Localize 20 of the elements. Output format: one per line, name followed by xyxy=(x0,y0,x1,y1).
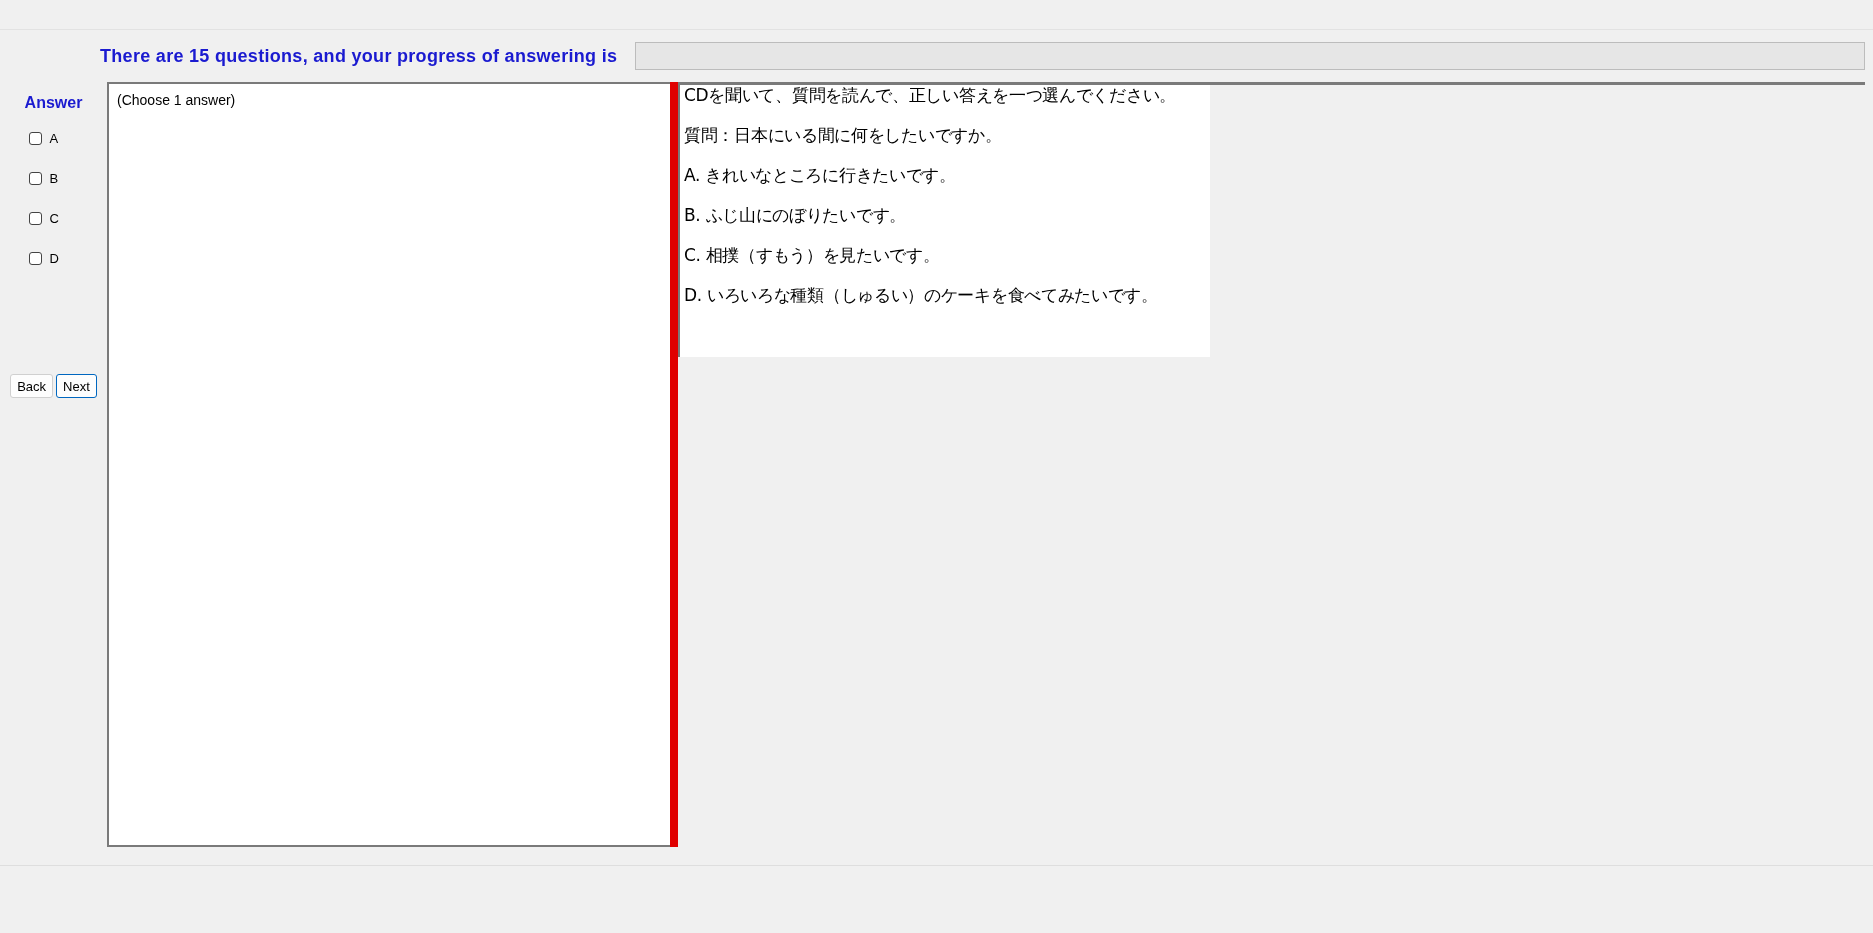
question-text: C. 相撲（すもう）を見たいです。 xyxy=(684,245,941,265)
option-label[interactable]: D xyxy=(49,250,59,266)
checkbox[interactable] xyxy=(28,211,42,225)
progress-label: There are 15 questions, and your progress of answering is xyxy=(100,45,618,67)
question-text: CDを聞いて、質問を読んで、正しい答えを一つ選んでください。 xyxy=(684,85,1177,105)
option-label[interactable]: B xyxy=(49,170,59,186)
answer-note: (Choose 1 answer) xyxy=(117,92,236,108)
splitter-handle[interactable] xyxy=(670,82,678,847)
checkbox[interactable] xyxy=(28,131,42,145)
question-text: D. いろいろな種類（しゅるい）のケーキを食べてみたいです。 xyxy=(684,285,1159,305)
question-text: 質問：日本にいる間に何をしたいですか。 xyxy=(684,125,1003,145)
checkbox[interactable] xyxy=(28,251,42,265)
answer-heading: Answer xyxy=(24,94,83,112)
nav-button[interactable]: Next xyxy=(56,374,97,398)
nav-button[interactable]: Back xyxy=(10,374,54,398)
question-text: B. ふじ山にのぼりたいです。 xyxy=(684,205,907,225)
option-label[interactable]: A xyxy=(49,130,59,146)
option-label[interactable]: C xyxy=(49,210,59,226)
question-text: A. きれいなところに行きたいです。 xyxy=(684,165,957,185)
checkbox[interactable] xyxy=(28,171,42,185)
